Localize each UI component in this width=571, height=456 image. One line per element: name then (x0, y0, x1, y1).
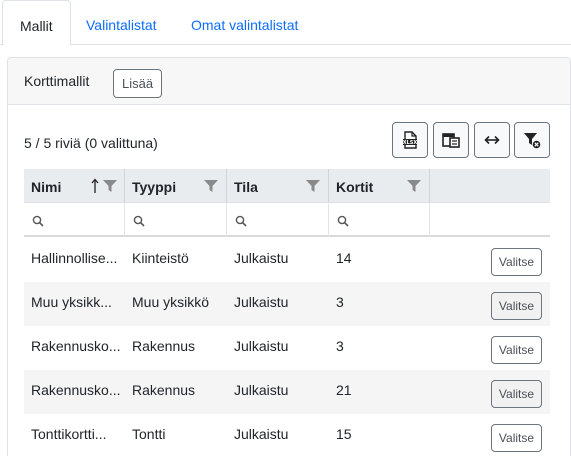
select-button[interactable]: Valitse (491, 292, 542, 320)
search-icon (32, 215, 44, 227)
cell-tila: Julkaistu (234, 426, 289, 442)
cell-kortit: 15 (336, 426, 352, 442)
tab-mallit[interactable]: Mallit (2, 0, 71, 46)
cell-tyyppi: Muu yksikkö (132, 294, 210, 310)
column-header-tila[interactable]: Tila (227, 169, 329, 203)
filter-cell-actions (430, 204, 550, 237)
search-icon (235, 215, 247, 227)
column-label: Nimi (31, 179, 62, 195)
filter-input-kortit[interactable] (329, 204, 430, 237)
sort-ascending-icon[interactable] (91, 178, 99, 194)
cell-kortit: 14 (336, 250, 352, 266)
cell-nimi: Rakennusko... (31, 338, 121, 354)
search-icon (133, 215, 145, 227)
filter-row (24, 204, 550, 237)
select-button[interactable]: Valitse (491, 336, 542, 364)
card-templates-panel: Korttimallit Lisää 5 / 5 riviä (0 valitt… (7, 57, 571, 456)
filter-icon[interactable] (407, 180, 421, 192)
excel-export-icon: XLSX (403, 131, 418, 149)
excel-export-button[interactable]: XLSX (392, 122, 428, 158)
select-button[interactable]: Valitse (491, 380, 542, 408)
select-button[interactable]: Valitse (491, 248, 542, 276)
panel-header: Korttimallit Lisää (8, 58, 570, 105)
cell-tyyppi: Tontti (132, 426, 166, 442)
column-label: Kortit (336, 179, 374, 195)
tab-valintalistat[interactable]: Valintalistat (69, 0, 174, 45)
filter-input-tila[interactable] (227, 204, 329, 237)
column-label: Tyyppi (132, 179, 177, 195)
cell-tila: Julkaistu (234, 250, 289, 266)
cell-tyyppi: Rakennus (132, 382, 196, 398)
table-row[interactable]: Hallinnollise... Kiinteistö Julkaistu 14… (24, 238, 550, 282)
column-header-actions (430, 169, 550, 203)
grid-header-row: Nimi Tyyppi Tila Kortit (24, 169, 550, 203)
table-row[interactable]: Tonttikortti... Tontti Julkaistu 15 Vali… (24, 414, 550, 456)
cell-tila: Julkaistu (234, 338, 289, 354)
filter-icon[interactable] (306, 180, 320, 192)
filter-input-tyyppi[interactable] (125, 204, 227, 237)
fit-columns-icon (484, 135, 500, 145)
clear-filter-icon (524, 133, 541, 149)
cell-tila: Julkaistu (234, 382, 289, 398)
cell-nimi: Tonttikortti... (31, 426, 107, 442)
svg-text:XLSX: XLSX (403, 140, 418, 146)
cell-tyyppi: Rakennus (132, 338, 196, 354)
table-row[interactable]: Rakennusko... Rakennus Julkaistu 3 Valit… (24, 326, 550, 370)
filter-icon[interactable] (103, 180, 117, 192)
row-count: 5 / 5 riviä (0 valittuna) (24, 135, 158, 151)
column-label: Tila (234, 179, 258, 195)
cell-kortit: 3 (336, 338, 344, 354)
cell-nimi: Muu yksikk... (31, 294, 112, 310)
cell-tila: Julkaistu (234, 294, 289, 310)
column-header-kortit[interactable]: Kortit (329, 169, 430, 203)
add-button[interactable]: Lisää (113, 69, 163, 98)
search-icon (337, 215, 349, 227)
cell-tyyppi: Kiinteistö (132, 250, 189, 266)
column-header-nimi[interactable]: Nimi (24, 169, 125, 203)
panel-title: Korttimallit (24, 73, 90, 89)
tab-bar: Mallit Valintalistat Omat valintalistat (0, 0, 571, 46)
select-button[interactable]: Valitse (491, 424, 542, 452)
column-header-tyyppi[interactable]: Tyyppi (125, 169, 227, 203)
column-chooser-button[interactable] (433, 122, 469, 158)
clear-filter-button[interactable] (514, 122, 550, 158)
cell-nimi: Hallinnollise... (31, 250, 118, 266)
cell-kortit: 21 (336, 382, 352, 398)
cell-nimi: Rakennusko... (31, 382, 121, 398)
tab-omat-valintalistat[interactable]: Omat valintalistat (174, 0, 315, 45)
cell-kortit: 3 (336, 294, 344, 310)
filter-icon[interactable] (204, 180, 218, 192)
filter-input-nimi[interactable] (24, 204, 125, 237)
table-row[interactable]: Muu yksikk... Muu yksikkö Julkaistu 3 Va… (24, 282, 550, 326)
table-row[interactable]: Rakennusko... Rakennus Julkaistu 21 Vali… (24, 370, 550, 414)
column-chooser-icon (442, 133, 460, 148)
fit-columns-button[interactable] (474, 122, 510, 158)
